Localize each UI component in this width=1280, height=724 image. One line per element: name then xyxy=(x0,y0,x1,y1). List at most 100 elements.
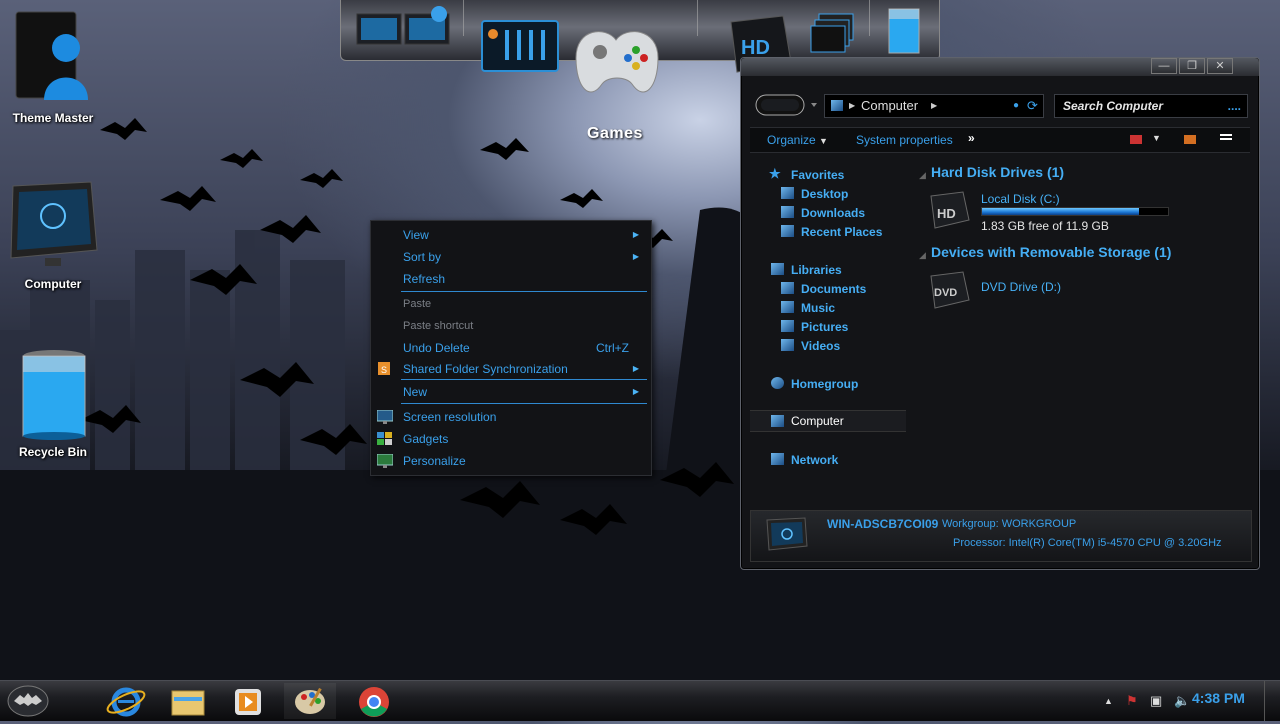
games-label: Games xyxy=(587,125,643,142)
menu-item-shared-folder-sync[interactable]: S Shared Folder Synchronization ▶ xyxy=(371,359,651,379)
screen-resolution-icon xyxy=(377,410,393,424)
computer-small-icon xyxy=(771,415,784,427)
organize-button[interactable]: Organize ▼ xyxy=(767,133,828,147)
nav-documents[interactable]: Documents xyxy=(781,282,866,296)
nav-videos[interactable]: Videos xyxy=(781,339,840,353)
view-options-icon[interactable] xyxy=(1130,135,1142,144)
close-button[interactable]: ✕ xyxy=(1207,58,1233,74)
dock-item-network[interactable] xyxy=(355,6,455,59)
documents-icon xyxy=(781,282,794,294)
network-tray-icon[interactable]: ▣ xyxy=(1150,693,1162,709)
menu-separator xyxy=(401,291,647,292)
computer-monitor-icon xyxy=(10,181,98,266)
theme-master-icon xyxy=(15,11,88,100)
nav-music[interactable]: Music xyxy=(781,301,835,315)
system-properties-button[interactable]: System properties xyxy=(856,133,953,147)
menu-item-screen-resolution[interactable]: Screen resolution xyxy=(371,407,651,427)
command-bar: Organize ▼ System properties » ▼ xyxy=(750,127,1250,153)
gadgets-icon xyxy=(377,432,392,445)
nav-computer-selected[interactable]: Computer xyxy=(750,410,906,432)
menu-item-personalize[interactable]: Personalize xyxy=(371,451,651,471)
dock-item-games[interactable] xyxy=(566,18,666,111)
start-button[interactable] xyxy=(2,683,54,719)
drive-d-item[interactable]: DVD DVD Drive (D:) xyxy=(929,270,1229,310)
computer-monitor-icon xyxy=(766,517,808,551)
dock-item-windows[interactable] xyxy=(809,12,857,61)
drive-c-usage-fill xyxy=(982,208,1140,215)
dvd-glyph: DVD xyxy=(934,287,957,299)
dock-item-recycle[interactable] xyxy=(886,6,922,59)
nav-favorites[interactable]: ★ Favorites xyxy=(769,166,844,182)
menu-item-gadgets[interactable]: Gadgets xyxy=(371,429,651,449)
recycle-bin-icon xyxy=(22,350,86,440)
menu-item-sort-by[interactable]: Sort by ▶ xyxy=(371,247,651,267)
search-dots: .... xyxy=(1227,99,1241,113)
desktop-icon-computer[interactable]: Computer xyxy=(3,180,103,291)
drive-c-usage-bar xyxy=(981,207,1169,216)
media-player-icon xyxy=(235,689,261,715)
show-hidden-icons-button[interactable]: ▲ xyxy=(1104,696,1113,706)
taskbar-chrome[interactable] xyxy=(348,683,400,719)
file-explorer-icon xyxy=(171,690,205,716)
drive-c-name: Local Disk (C:) xyxy=(981,192,1060,206)
menu-item-undo-delete[interactable]: Undo Delete Ctrl+Z xyxy=(371,338,651,358)
nav-homegroup[interactable]: Homegroup xyxy=(771,377,858,391)
desktop-context-menu: View ▶ Sort by ▶ Refresh Paste Paste sho… xyxy=(370,220,652,476)
minimize-icon: — xyxy=(1158,60,1170,72)
taskbar-internet-explorer[interactable] xyxy=(100,683,152,719)
desktop-icon-theme-master[interactable]: Theme Master xyxy=(3,8,103,125)
menu-item-paste[interactable]: Paste xyxy=(371,294,651,314)
nav-network[interactable]: Network xyxy=(771,453,838,467)
paint-palette-icon xyxy=(295,687,325,714)
search-input[interactable]: Search Computer .... xyxy=(1054,94,1248,118)
nav-desktop[interactable]: Desktop xyxy=(781,187,848,201)
address-bar[interactable]: ▶ Computer ▶ ● ⟳ xyxy=(824,94,1044,118)
menu-item-paste-shortcut[interactable]: Paste shortcut xyxy=(371,316,651,336)
control-panel-icon xyxy=(481,20,559,72)
game-controller-icon xyxy=(575,31,659,93)
show-desktop-button[interactable] xyxy=(1264,681,1280,721)
group-hard-disk-drives[interactable]: Hard Disk Drives (1) xyxy=(931,164,1064,180)
volume-icon[interactable]: 🔈 xyxy=(1174,693,1190,709)
clock[interactable]: 4:38 PM xyxy=(1192,690,1245,706)
top-dock: HD xyxy=(340,0,940,93)
menu-item-view[interactable]: View ▶ xyxy=(371,225,651,245)
drive-c-item[interactable]: HD Local Disk (C:) 1.83 GB free of 11.9 … xyxy=(929,188,1229,233)
help-icon[interactable] xyxy=(1220,134,1232,136)
desktop-icon-label: Computer xyxy=(24,277,82,291)
desktop-icon-label: Recycle Bin xyxy=(18,445,88,459)
chevron-down-icon[interactable]: ▼ xyxy=(1152,133,1161,143)
taskbar-file-explorer[interactable] xyxy=(162,683,214,719)
dock-item-control-panel[interactable] xyxy=(481,20,561,79)
navigation-pane: ★ Favorites Desktop Downloads Recent Plac… xyxy=(750,158,906,508)
collapse-arrow-icon[interactable]: ◢ xyxy=(919,170,926,181)
menu-item-refresh[interactable]: Refresh xyxy=(371,269,651,289)
menu-item-new[interactable]: New ▶ xyxy=(371,382,651,402)
breadcrumb-arrow-icon: ▶ xyxy=(931,101,938,110)
nav-libraries[interactable]: Libraries xyxy=(771,263,842,277)
collapse-arrow-icon[interactable]: ◢ xyxy=(919,250,926,261)
nav-recent-places[interactable]: Recent Places xyxy=(781,225,882,239)
action-center-flag-icon[interactable]: ⚑ xyxy=(1126,693,1138,709)
explorer-window: — ❐ ✕ ▶ Computer ▶ ● ⟳ Search Computer .… xyxy=(740,57,1260,570)
more-commands-button[interactable]: » xyxy=(968,131,975,145)
taskbar-paint[interactable] xyxy=(284,683,336,719)
menu-separator xyxy=(401,403,647,404)
back-forward-buttons[interactable] xyxy=(755,92,817,118)
chrome-icon xyxy=(359,687,389,717)
drive-d-name: DVD Drive (D:) xyxy=(981,280,1061,294)
menu-separator xyxy=(401,379,647,380)
minimize-button[interactable]: — xyxy=(1151,58,1177,74)
taskbar-media-player[interactable] xyxy=(222,683,274,719)
group-removable-storage[interactable]: Devices with Removable Storage (1) xyxy=(931,244,1171,260)
refresh-icon[interactable]: ⟳ xyxy=(1027,95,1038,117)
music-icon xyxy=(781,301,794,313)
desktop-icon-recycle-bin[interactable]: Recycle Bin xyxy=(3,348,103,459)
maximize-button[interactable]: ❐ xyxy=(1179,58,1205,74)
back-forward-icon xyxy=(755,94,817,116)
nav-pictures[interactable]: Pictures xyxy=(781,320,848,334)
sync-glyph: S xyxy=(381,365,387,375)
nav-downloads[interactable]: Downloads xyxy=(781,206,865,220)
dvd-drive-icon: DVD xyxy=(930,271,970,309)
preview-pane-icon[interactable] xyxy=(1184,135,1196,144)
